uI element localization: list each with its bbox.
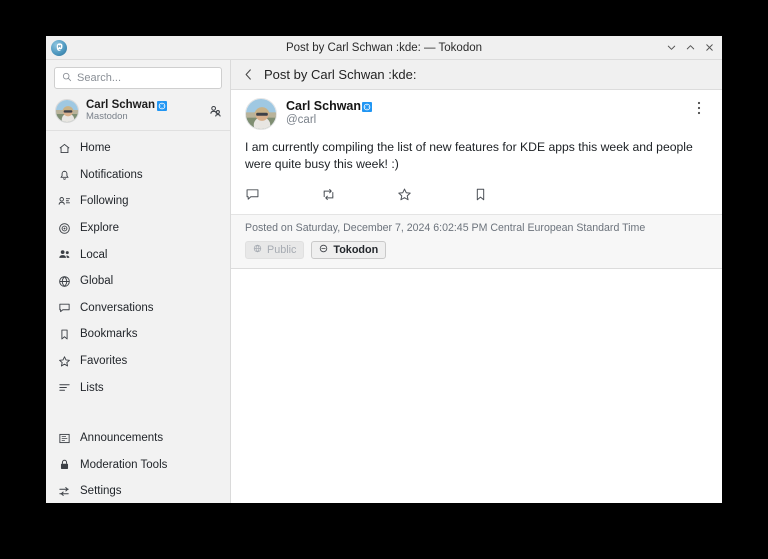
star-outline-icon[interactable] xyxy=(397,186,473,204)
post-chips: Public Tokodon xyxy=(245,240,708,259)
search-placeholder: Search... xyxy=(77,72,122,84)
star-icon xyxy=(58,355,71,368)
sidebar-item-label: Home xyxy=(80,142,111,155)
post-handle: @carl xyxy=(286,114,317,126)
avatar xyxy=(55,99,79,123)
sidebar-item-label: Notifications xyxy=(80,168,143,181)
app-chip-tokodon[interactable]: Tokodon xyxy=(311,240,387,259)
chip-label: Public xyxy=(267,243,297,256)
explore-icon xyxy=(58,222,71,235)
announcement-icon xyxy=(58,432,71,445)
globe-icon xyxy=(253,244,262,256)
reply-bubble-icon[interactable] xyxy=(245,186,321,204)
account-server: Mastodon xyxy=(86,111,128,123)
sidebar-item-label: Moderation Tools xyxy=(80,458,168,471)
kde-emoji-badge xyxy=(157,100,168,111)
search-icon xyxy=(62,69,72,87)
sidebar: Search... Carl Schwan Mastodon Home Noti… xyxy=(46,60,231,503)
window-titlebar: Post by Carl Schwan :kde: — Tokodon xyxy=(46,36,722,60)
account-names: Carl Schwan Mastodon xyxy=(86,99,168,123)
post-text: I am currently compiling the list of new… xyxy=(245,140,693,172)
sidebar-item-global[interactable]: Global xyxy=(46,268,230,295)
sidebar-item-following[interactable]: Following xyxy=(46,188,230,215)
chip-label: Tokodon xyxy=(333,243,379,256)
sidebar-item-label: Conversations xyxy=(80,301,154,314)
bell-icon xyxy=(58,168,71,181)
circle-minus-icon xyxy=(319,244,328,256)
list-icon xyxy=(58,381,71,394)
sidebar-item-announcements[interactable]: Announcements xyxy=(46,425,230,452)
settings-sliders-icon xyxy=(58,485,71,498)
kde-emoji-badge xyxy=(362,101,373,112)
switch-account-icon[interactable] xyxy=(209,105,222,118)
tokodon-window: Post by Carl Schwan :kde: — Tokodon Sear… xyxy=(46,36,722,503)
sidebar-item-label: Local xyxy=(80,248,108,261)
bookmark-outline-icon[interactable] xyxy=(473,186,549,204)
sidebar-item-label: Settings xyxy=(80,485,122,498)
chat-icon xyxy=(58,301,71,314)
sidebar-item-favorites[interactable]: Favorites xyxy=(46,348,230,375)
sidebar-item-bookmarks[interactable]: Bookmarks xyxy=(46,321,230,348)
window-body: Search... Carl Schwan Mastodon Home Noti… xyxy=(46,60,722,503)
sidebar-item-label: Lists xyxy=(80,381,104,394)
tokodon-icon xyxy=(51,39,67,56)
sidebar-nav: Home Notifications Following Explore Loc… xyxy=(46,131,230,503)
window-title: Post by Carl Schwan :kde: — Tokodon xyxy=(285,41,483,54)
page-title: Post by Carl Schwan :kde: xyxy=(264,67,417,82)
sidebar-item-label: Announcements xyxy=(80,432,164,445)
content-pane: Post by Carl Schwan :kde: Carl Schwan @c… xyxy=(231,60,722,503)
post-header: Carl Schwan @carl xyxy=(231,90,722,130)
sidebar-item-moderation-tools[interactable]: Moderation Tools xyxy=(46,452,230,479)
post-author: Carl Schwan @carl xyxy=(286,98,373,128)
maximize-icon[interactable] xyxy=(681,39,700,57)
sidebar-item-explore[interactable]: Explore xyxy=(46,215,230,242)
kebab-menu-icon[interactable] xyxy=(690,98,708,118)
post-display-name: Carl Schwan xyxy=(286,99,362,113)
sidebar-item-conversations[interactable]: Conversations xyxy=(46,295,230,322)
avatar[interactable] xyxy=(245,98,277,130)
search-container: Search... xyxy=(46,60,230,95)
bookmark-icon xyxy=(58,328,71,341)
sidebar-item-lists[interactable]: Lists xyxy=(46,374,230,401)
sidebar-item-label: Bookmarks xyxy=(80,328,138,341)
people-icon xyxy=(58,248,71,261)
sidebar-item-notifications[interactable]: Notifications xyxy=(46,162,230,189)
account-switcher-row[interactable]: Carl Schwan Mastodon xyxy=(46,95,230,131)
boost-repeat-icon[interactable] xyxy=(321,186,397,204)
post-timestamp: Posted on Saturday, December 7, 2024 6:0… xyxy=(245,221,646,234)
content-header: Post by Carl Schwan :kde: xyxy=(231,60,722,90)
sidebar-item-label: Global xyxy=(80,275,114,288)
window-controls xyxy=(662,39,722,57)
visibility-chip-public: Public xyxy=(245,240,305,259)
globe-icon xyxy=(58,275,71,288)
minimize-icon[interactable] xyxy=(662,39,681,57)
post-footer: Posted on Saturday, December 7, 2024 6:0… xyxy=(231,213,722,269)
chevron-left-icon[interactable] xyxy=(241,66,255,84)
search-input[interactable]: Search... xyxy=(54,67,222,89)
following-icon xyxy=(58,195,71,208)
close-icon[interactable] xyxy=(700,39,719,57)
home-icon xyxy=(58,142,71,155)
post-action-bar xyxy=(231,174,722,214)
post-scroll-area[interactable]: Carl Schwan @carl I am currently compili… xyxy=(231,90,722,503)
sidebar-item-label: Favorites xyxy=(80,355,128,368)
sidebar-item-settings[interactable]: Settings xyxy=(46,478,230,505)
sidebar-item-local[interactable]: Local xyxy=(46,241,230,268)
post-card: Carl Schwan @carl I am currently compili… xyxy=(231,90,722,269)
lock-icon xyxy=(58,458,71,471)
sidebar-item-label: Explore xyxy=(80,222,119,235)
sidebar-item-home[interactable]: Home xyxy=(46,135,230,162)
sidebar-item-label: Following xyxy=(80,195,129,208)
